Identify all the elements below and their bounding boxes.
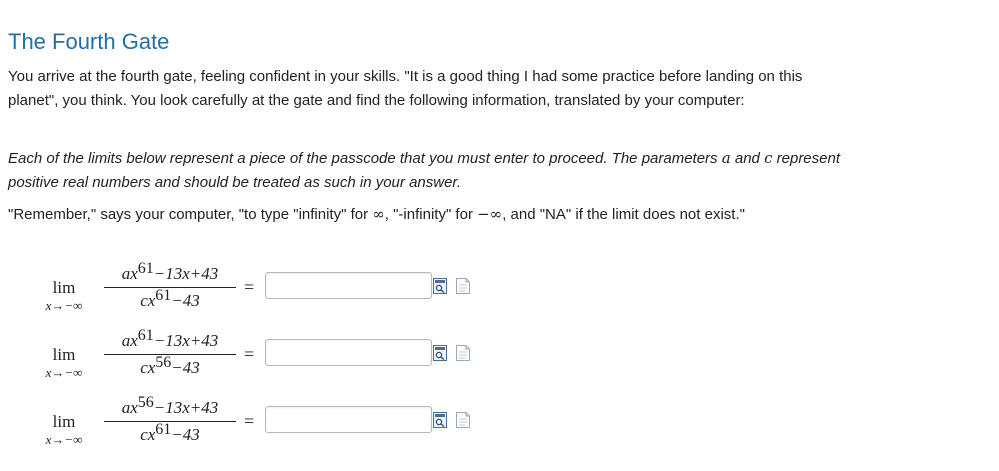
equals-sign: =: [244, 411, 255, 431]
limit-row-3: lim x→−∞ ax56−13x+43 cx61−43 =: [0, 394, 520, 456]
denominator-rest: −43: [171, 358, 200, 377]
reminder-paragraph: "Remember," says your computer, "to type…: [8, 202, 848, 227]
fraction-numerator: ax61−13x+43: [100, 260, 240, 286]
numerator-rest: −13x+43: [153, 331, 219, 350]
lim-label: lim: [52, 278, 76, 297]
intro-paragraph: You arrive at the fourth gate, feeling c…: [8, 68, 803, 109]
equals-sign: =: [244, 277, 255, 297]
denominator-base: cx: [140, 425, 156, 444]
lim-label: lim: [52, 345, 76, 364]
numerator-base: ax: [121, 331, 138, 350]
numerator-base: ax: [121, 264, 138, 283]
fraction-numerator: ax56−13x+43: [100, 394, 240, 420]
limit-approach: x→−∞: [45, 432, 83, 447]
denominator-rest: −43: [171, 425, 200, 444]
limit-row-2: lim x→−∞ ax61−13x+43 cx56−43 =: [0, 327, 520, 389]
numerator-rest: −13x+43: [153, 398, 219, 417]
limit-fraction: ax56−13x+43 cx61−43: [100, 394, 240, 447]
limit-operator: lim x→−∞: [28, 266, 100, 314]
instructions-text-1: Each of the limits below represent a pie…: [8, 150, 722, 167]
page-title: The Fourth Gate: [8, 29, 170, 54]
preview-answer-icon[interactable]: [433, 412, 447, 428]
instructions-text-2: and: [730, 150, 765, 167]
parameter-a: a: [721, 149, 731, 167]
negative-infinity-symbol: −∞: [477, 205, 503, 223]
denominator-base: cx: [140, 291, 156, 310]
reminder-text-3: , and "NA" if the limit does not exist.": [502, 206, 745, 223]
equals-sign: =: [244, 344, 255, 364]
denominator-exponent: 56: [155, 354, 172, 371]
numerator-base: ax: [121, 398, 138, 417]
lim-label: lim: [52, 412, 76, 431]
denominator-rest: −43: [171, 291, 200, 310]
limit-operator: lim x→−∞: [28, 400, 100, 448]
fraction-denominator: cx61−43: [100, 287, 240, 313]
numerator-rest: −13x+43: [153, 264, 219, 283]
infinity-symbol: ∞: [372, 205, 385, 223]
fraction-denominator: cx61−43: [100, 421, 240, 447]
denominator-exponent: 61: [155, 421, 172, 438]
reminder-text-1: "Remember," says your computer, "to type…: [8, 206, 373, 223]
reminder-text-2: , "-infinity" for: [384, 206, 478, 223]
equation-help-icon[interactable]: [456, 278, 470, 294]
numerator-exponent: 56: [137, 394, 154, 411]
denominator-base: cx: [140, 358, 156, 377]
limit-fraction: ax61−13x+43 cx56−43: [100, 327, 240, 380]
preview-answer-icon[interactable]: [433, 345, 447, 361]
numerator-exponent: 61: [137, 327, 154, 344]
answer-input-3[interactable]: [265, 406, 432, 433]
instructions-paragraph: Each of the limits below represent a pie…: [8, 146, 848, 195]
denominator-exponent: 61: [155, 287, 172, 304]
fraction-numerator: ax61−13x+43: [100, 327, 240, 353]
limit-approach: x→−∞: [45, 365, 83, 380]
answer-input-1[interactable]: [265, 272, 432, 299]
limit-approach: x→−∞: [45, 298, 83, 313]
equation-help-icon[interactable]: [456, 412, 470, 428]
equation-help-icon[interactable]: [456, 345, 470, 361]
limit-row-1: lim x→−∞ ax61−13x+43 cx61−43 =: [0, 260, 520, 322]
limit-fraction: ax61−13x+43 cx61−43: [100, 260, 240, 313]
numerator-exponent: 61: [137, 260, 154, 277]
answer-input-2[interactable]: [265, 339, 432, 366]
limit-operator: lim x→−∞: [28, 333, 100, 381]
preview-answer-icon[interactable]: [433, 278, 447, 294]
fraction-denominator: cx56−43: [100, 354, 240, 380]
